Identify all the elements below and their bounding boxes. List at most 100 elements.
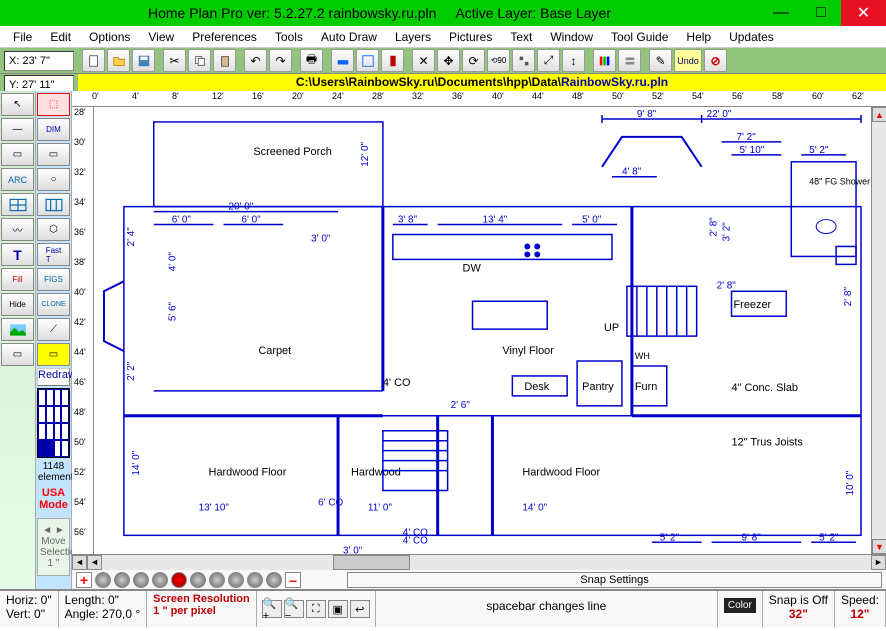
snap-dot-4[interactable] <box>152 572 168 588</box>
move-icon[interactable]: ✥ <box>437 49 460 72</box>
menu-updates[interactable]: Updates <box>720 28 783 46</box>
scroll-down-icon[interactable]: ▼ <box>872 539 886 554</box>
trim-icon[interactable]: ↕ <box>562 49 585 72</box>
tool-a-icon[interactable] <box>331 49 354 72</box>
scrollbar-thumb[interactable] <box>333 555 410 570</box>
snap-dot-7[interactable] <box>209 572 225 588</box>
snap-settings-button[interactable]: Snap Settings <box>347 572 882 588</box>
snap-dot-6[interactable] <box>190 572 206 588</box>
snap-dot-9[interactable] <box>247 572 263 588</box>
snap-dot-8[interactable] <box>228 572 244 588</box>
menu-view[interactable]: View <box>139 28 183 46</box>
snap-dot-1[interactable] <box>95 572 111 588</box>
layers-icon[interactable] <box>618 49 641 72</box>
svg-text:5' 0": 5' 0" <box>582 215 602 226</box>
redo-arrow-icon[interactable]: ↷ <box>269 49 292 72</box>
line-tool[interactable]: — <box>1 118 34 141</box>
menu-pictures[interactable]: Pictures <box>440 28 501 46</box>
drawing-canvas[interactable]: Screened Porch 12' 0" 9' 8" 22' 0" 7' 2"… <box>94 107 871 554</box>
arrow-tool[interactable]: ↖ <box>1 93 34 116</box>
snap-dot-10[interactable] <box>266 572 282 588</box>
scroll-left-icon[interactable]: ◄ <box>72 555 87 570</box>
scroll-up-icon[interactable]: ▲ <box>872 107 886 122</box>
align-icon[interactable] <box>512 49 535 72</box>
open-file-icon[interactable] <box>107 49 130 72</box>
svg-text:13' 4": 13' 4" <box>482 215 507 226</box>
dim-tool[interactable]: DIM <box>37 118 70 141</box>
rotate-icon[interactable]: ⟳ <box>462 49 485 72</box>
svg-text:48" FG Shower: 48" FG Shower <box>809 177 870 187</box>
move-selection-panel[interactable]: ◄ ► Move Selection 1 " <box>37 518 70 576</box>
rotate90-icon[interactable]: ⟲90 <box>487 49 510 72</box>
rect-tool[interactable]: ▭ <box>1 343 34 366</box>
menu-autodraw[interactable]: Auto Draw <box>312 28 386 46</box>
menu-text[interactable]: Text <box>501 28 541 46</box>
zoom-in-icon[interactable]: 🔍+ <box>262 600 282 618</box>
scrollbar-horizontal[interactable]: ◄ ◄ ► <box>72 554 886 569</box>
zoom-out-icon[interactable]: 🔍− <box>284 600 304 618</box>
paste-icon[interactable] <box>213 49 236 72</box>
menu-preferences[interactable]: Preferences <box>183 28 266 46</box>
new-file-icon[interactable] <box>82 49 105 72</box>
scale-icon[interactable]: ⤢ <box>537 49 560 72</box>
zoom-window-icon[interactable]: ▣ <box>328 600 348 618</box>
freehand-tool[interactable]: ⟋ <box>37 318 70 341</box>
poly-tool[interactable]: ⬡ <box>37 218 70 241</box>
window-tool[interactable] <box>37 193 70 216</box>
clone-tool[interactable]: CLONE <box>37 293 70 316</box>
circle-tool[interactable]: ○ <box>37 168 70 191</box>
svg-text:7' 2": 7' 2" <box>736 132 756 143</box>
snap-dot-3[interactable] <box>133 572 149 588</box>
folder-tool[interactable]: ▭ <box>1 143 34 166</box>
select-tool[interactable]: ⬚ <box>37 93 70 116</box>
measure-icon[interactable]: ✎ <box>649 49 672 72</box>
line-pattern-grid[interactable] <box>37 388 70 458</box>
zoom-in-snap[interactable]: + <box>76 572 92 588</box>
close-button[interactable]: ✕ <box>841 0 886 26</box>
rect2-tool[interactable]: ▭ <box>37 143 70 166</box>
mirror-icon[interactable]: ✕ <box>412 49 435 72</box>
menu-options[interactable]: Options <box>80 28 139 46</box>
color-button[interactable]: Color <box>718 591 763 627</box>
scrollbar-vertical[interactable]: ▲ ▼ <box>871 107 886 554</box>
door-icon[interactable] <box>381 49 404 72</box>
curve-tool[interactable]: 〰 <box>1 218 34 241</box>
menu-toolguide[interactable]: Tool Guide <box>602 28 677 46</box>
undo-button[interactable]: Undo <box>674 49 702 72</box>
menu-edit[interactable]: Edit <box>41 28 80 46</box>
menu-file[interactable]: File <box>4 28 41 46</box>
arc-tool[interactable]: ARC <box>1 168 34 191</box>
cancel-icon[interactable]: ⊘ <box>704 49 727 72</box>
print-icon[interactable]: 🖶 <box>300 49 323 72</box>
snap-dot-active[interactable] <box>171 572 187 588</box>
redraw-button[interactable]: Redraw <box>37 368 70 386</box>
grid-tool[interactable] <box>1 193 34 216</box>
picture-tool[interactable] <box>1 318 34 341</box>
cut-icon[interactable]: ✂ <box>163 49 186 72</box>
fill-tool[interactable]: Fill <box>1 268 34 291</box>
text-tool[interactable]: T <box>1 243 34 266</box>
maximize-button[interactable]: □ <box>801 0 841 26</box>
menu-layers[interactable]: Layers <box>386 28 440 46</box>
tool-b-icon[interactable] <box>356 49 379 72</box>
scroll-left2-icon[interactable]: ◄ <box>87 555 102 570</box>
colors-icon[interactable] <box>593 49 616 72</box>
minimize-button[interactable]: — <box>761 0 801 26</box>
yellow-tool[interactable]: ▭ <box>37 343 70 366</box>
scroll-right-icon[interactable]: ► <box>871 555 886 570</box>
menu-help[interactable]: Help <box>677 28 720 46</box>
hide-tool[interactable]: Hide <box>1 293 34 316</box>
save-icon[interactable] <box>132 49 155 72</box>
undo-arrow-icon[interactable]: ↶ <box>244 49 267 72</box>
copy-icon[interactable] <box>188 49 211 72</box>
zoom-fit-icon[interactable]: ⛶ <box>306 600 326 618</box>
menu-window[interactable]: Window <box>541 28 602 46</box>
menu-tools[interactable]: Tools <box>266 28 312 46</box>
svg-text:Hardwood Floor: Hardwood Floor <box>522 467 600 479</box>
fast-tool[interactable]: FastT <box>37 243 70 266</box>
zoom-prev-icon[interactable]: ↩ <box>350 600 370 618</box>
zoom-out-snap[interactable]: – <box>285 572 301 588</box>
figs-tool[interactable]: FIGS <box>37 268 70 291</box>
top-toolbar: X: 23' 7" ✂ ↶ ↷ 🖶 ✕ ✥ ⟳ ⟲90 ⤢ ↕ ✎ Undo ⊘ <box>0 48 886 74</box>
snap-dot-2[interactable] <box>114 572 130 588</box>
